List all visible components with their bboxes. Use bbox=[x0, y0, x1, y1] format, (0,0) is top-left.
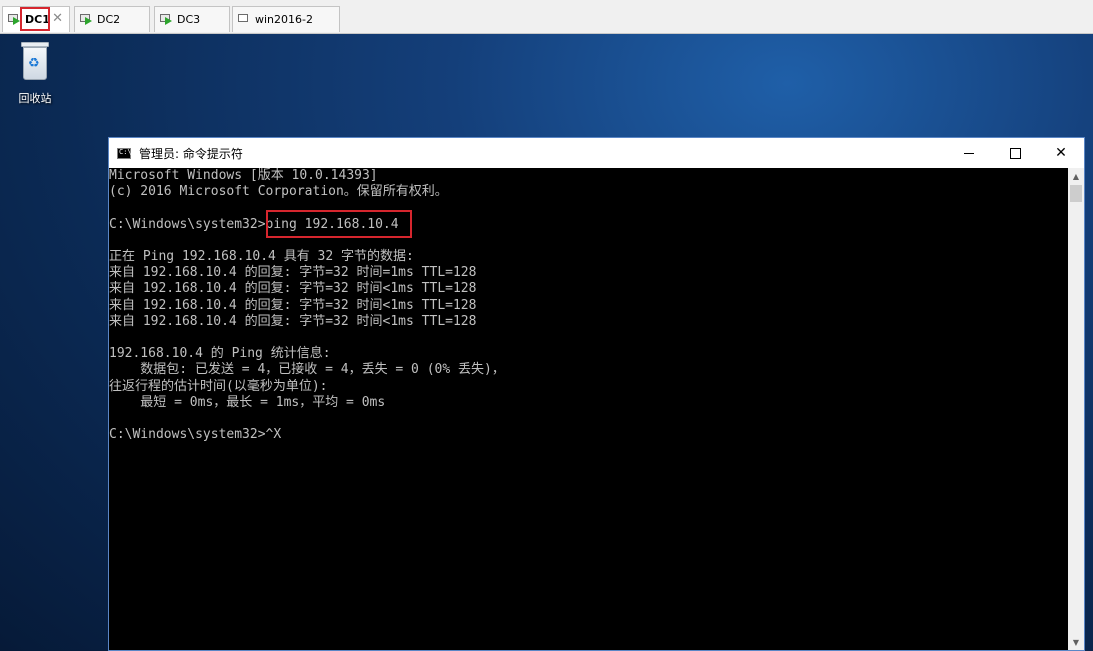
tab-label: DC3 bbox=[177, 13, 201, 26]
console-output[interactable]: Microsoft Windows [版本 10.0.14393] (c) 20… bbox=[109, 168, 1068, 650]
console-line: 来自 192.168.10.4 的回复: 字节=32 时间<1ms TTL=12… bbox=[109, 297, 477, 313]
console-line: 来自 192.168.10.4 的回复: 字节=32 时间=1ms TTL=12… bbox=[109, 265, 477, 281]
tab-label: DC2 bbox=[97, 13, 121, 26]
cmd-window: C:\ 管理员: 命令提示符 ✕ Microsoft Windows [版本 1… bbox=[108, 137, 1085, 651]
close-icon: ✕ bbox=[1055, 145, 1067, 161]
console-line: 来自 192.168.10.4 的回复: 字节=32 时间<1ms TTL=12… bbox=[109, 281, 477, 297]
window-title: 管理员: 命令提示符 bbox=[139, 146, 243, 161]
console-line: 数据包: 已发送 = 4，已接收 = 4，丢失 = 0 (0% 丢失)， bbox=[109, 362, 505, 378]
vm-tab-bar: DC1 ✕ DC2 DC3 win2016-2 bbox=[0, 0, 1093, 34]
console-text: Microsoft Windows [版本 10.0.14393] (c) 20… bbox=[109, 168, 1068, 443]
recycle-bin[interactable]: ♻ 回收站 bbox=[12, 42, 58, 106]
vm-running-icon bbox=[160, 14, 173, 25]
vm-running-icon bbox=[80, 14, 93, 25]
tab-close-icon[interactable]: ✕ bbox=[52, 11, 63, 26]
tab-dc3[interactable]: DC3 bbox=[154, 6, 230, 32]
tab-label: win2016-2 bbox=[255, 13, 313, 26]
vm-stopped-icon bbox=[238, 14, 251, 25]
command-highlight-box bbox=[266, 210, 412, 238]
scroll-up-icon[interactable]: ▲ bbox=[1068, 168, 1084, 184]
tab-win2016-2[interactable]: win2016-2 bbox=[232, 6, 340, 32]
minimize-button[interactable] bbox=[946, 138, 992, 168]
vertical-scrollbar[interactable]: ▲ ▼ bbox=[1068, 168, 1084, 650]
close-button[interactable]: ✕ bbox=[1038, 138, 1084, 168]
recycle-bin-icon: ♻ bbox=[19, 42, 51, 82]
scroll-thumb[interactable] bbox=[1070, 185, 1082, 202]
console-line: 192.168.10.4 的 Ping 统计信息: bbox=[109, 346, 331, 362]
console-line: C:\Windows\system32>^X bbox=[109, 427, 282, 443]
tab-dc2[interactable]: DC2 bbox=[74, 6, 150, 32]
scroll-down-icon[interactable]: ▼ bbox=[1068, 634, 1084, 650]
minimize-icon bbox=[964, 152, 974, 154]
maximize-icon bbox=[1009, 147, 1021, 159]
console-line: 最短 = 0ms，最长 = 1ms，平均 = 0ms bbox=[109, 394, 386, 410]
recycle-bin-label: 回收站 bbox=[18, 92, 52, 105]
active-tab-highlight bbox=[20, 7, 50, 31]
title-bar[interactable]: C:\ 管理员: 命令提示符 ✕ bbox=[109, 138, 1084, 168]
console-line: 正在 Ping 192.168.10.4 具有 32 字节的数据: bbox=[109, 249, 414, 265]
console-line: 来自 192.168.10.4 的回复: 字节=32 时间<1ms TTL=12… bbox=[109, 313, 477, 329]
console-line: 往返行程的估计时间(以毫秒为单位): bbox=[109, 378, 328, 394]
console-line: Microsoft Windows [版本 10.0.14393] bbox=[109, 168, 378, 183]
cmd-icon: C:\ bbox=[117, 147, 132, 159]
maximize-button[interactable] bbox=[992, 138, 1038, 168]
console-line: (c) 2016 Microsoft Corporation。保留所有权利。 bbox=[109, 184, 448, 200]
